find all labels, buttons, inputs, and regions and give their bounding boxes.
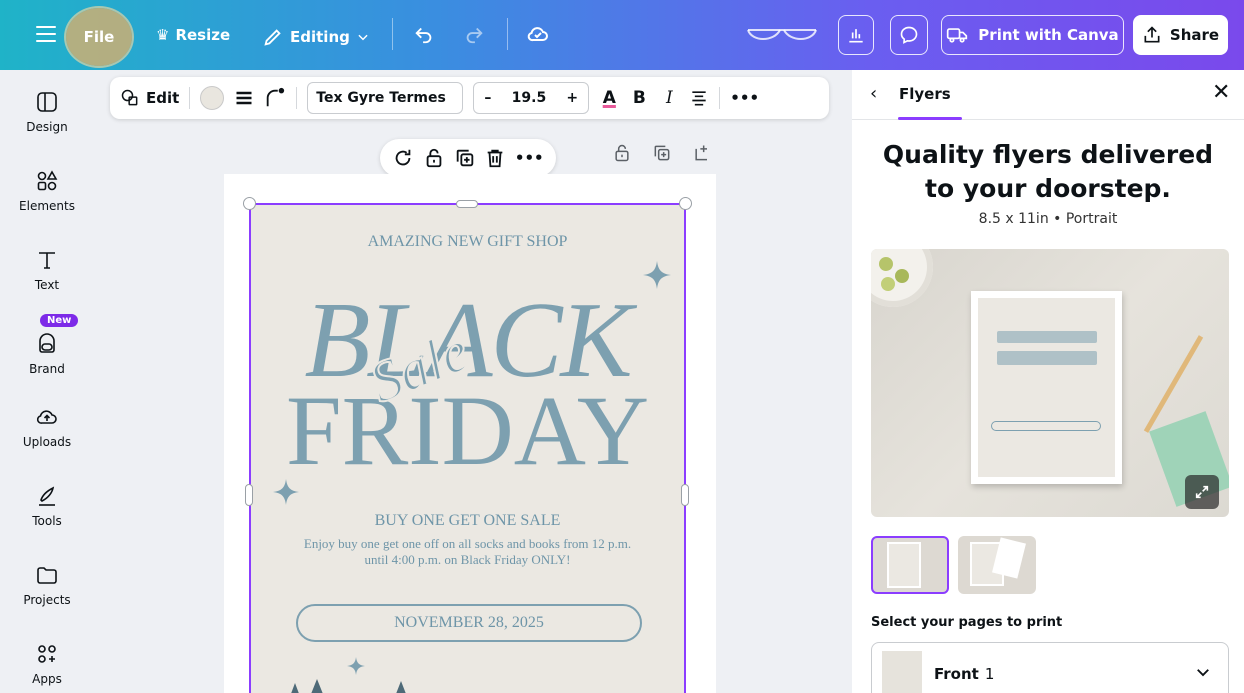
print-panel: ‹ Flyers ✕ Quality flyers delivered to y…	[852, 70, 1244, 693]
resize-button[interactable]: ♛ Resize	[156, 26, 230, 44]
redo-icon[interactable]	[462, 22, 486, 46]
italic-button[interactable]: I	[659, 88, 679, 108]
cloud-sync-icon[interactable]	[526, 22, 550, 46]
design-icon	[37, 92, 57, 112]
comment-icon	[900, 26, 918, 44]
select-pages-label: Select your pages to print	[871, 615, 1063, 630]
sidebar-item-uploads[interactable]: Uploads	[0, 405, 94, 449]
insights-button[interactable]	[838, 15, 874, 55]
panel-tab-flyers[interactable]: Flyers	[899, 85, 951, 103]
chevron-down-icon	[358, 34, 368, 41]
expand-preview-button[interactable]	[1185, 475, 1219, 509]
preview-thumbnail[interactable]	[958, 536, 1036, 594]
uploads-icon	[36, 410, 57, 424]
divider	[189, 87, 191, 109]
panel-headline: Quality flyers delivered to your doorste…	[882, 140, 1214, 203]
preview-thumbnail[interactable]	[871, 536, 949, 594]
bar-chart-icon	[849, 29, 863, 43]
border-style-icon[interactable]	[234, 88, 254, 108]
align-center-icon[interactable]	[689, 88, 709, 108]
duplicate-icon[interactable]	[454, 147, 476, 169]
corner-rounding-icon[interactable]	[264, 87, 286, 109]
menu-icon[interactable]	[36, 26, 56, 42]
file-menu-button[interactable]: File	[66, 8, 132, 66]
divider	[392, 18, 393, 50]
text-icon	[39, 252, 55, 269]
apps-icon	[38, 645, 56, 663]
decrease-size-button[interactable]: –	[484, 90, 491, 106]
brand-icon	[39, 333, 55, 353]
font-size-stepper[interactable]: – 19.5 +	[473, 82, 590, 114]
share-icon	[1144, 26, 1160, 43]
sidebar-item-brand[interactable]: Brand	[0, 332, 94, 376]
panel-header: ‹ Flyers ✕	[852, 70, 1244, 120]
bold-button[interactable]: B	[629, 88, 649, 108]
edit-shapes-icon	[121, 89, 138, 106]
edit-button[interactable]: Edit	[120, 88, 179, 108]
more-options-button[interactable]: •••	[515, 149, 544, 167]
add-page-icon[interactable]	[692, 143, 712, 163]
top-bar: File ♛ Resize Editing Print with Canva S…	[0, 0, 1244, 70]
product-preview-image	[871, 249, 1229, 517]
resize-handle-left[interactable]	[245, 484, 253, 506]
page-tools	[612, 143, 712, 163]
resize-handle-top-right[interactable]	[679, 197, 692, 210]
more-options-button[interactable]: •••	[730, 89, 759, 107]
active-tab-indicator	[898, 117, 962, 120]
comments-button[interactable]	[890, 15, 928, 55]
print-with-canva-button[interactable]: Print with Canva	[941, 15, 1124, 55]
resize-handle-top[interactable]	[456, 200, 478, 208]
share-button[interactable]: Share	[1133, 15, 1228, 55]
duplicate-page-icon[interactable]	[652, 143, 672, 163]
glasses-icon	[747, 29, 817, 40]
expand-icon	[1195, 485, 1209, 499]
folder-icon	[37, 567, 57, 584]
lock-page-icon[interactable]	[612, 143, 632, 163]
close-button[interactable]: ✕	[1212, 80, 1230, 105]
selection-frame	[249, 203, 686, 693]
divider	[719, 87, 721, 109]
element-toolbar: •••	[380, 139, 556, 177]
page-select-dropdown[interactable]: Front 1	[871, 642, 1229, 693]
crown-icon: ♛	[156, 26, 170, 44]
sidebar-item-elements[interactable]: Elements	[0, 169, 94, 213]
resize-handle-top-left[interactable]	[243, 197, 256, 210]
chevron-down-icon	[1197, 669, 1209, 677]
panel-subtitle: 8.5 x 11in • Portrait	[978, 211, 1118, 227]
sidebar-item-projects[interactable]: Projects	[0, 563, 94, 607]
sidebar-item-apps[interactable]: Apps	[0, 642, 94, 686]
font-family-select[interactable]: Tex Gyre Termes	[307, 82, 464, 114]
magic-refresh-icon[interactable]	[392, 147, 414, 169]
page-thumbnail	[882, 651, 922, 693]
sidebar-item-tools[interactable]: Tools	[0, 484, 94, 528]
truck-icon	[947, 28, 968, 43]
elements-icon	[37, 170, 58, 191]
pencil-icon	[264, 29, 281, 46]
trash-icon[interactable]	[484, 147, 506, 169]
sidebar-item-design[interactable]: Design	[0, 90, 94, 134]
page-select-label: Front 1	[934, 665, 995, 683]
text-color-button[interactable]: A	[599, 88, 619, 108]
new-badge: New	[40, 314, 79, 327]
divider	[507, 18, 508, 50]
increase-size-button[interactable]: +	[566, 90, 578, 106]
lock-icon[interactable]	[423, 147, 445, 169]
editing-mode-button[interactable]: Editing	[262, 26, 370, 48]
resize-handle-right[interactable]	[681, 484, 689, 506]
divider	[296, 87, 298, 109]
tools-icon	[39, 486, 55, 506]
font-size-value[interactable]: 19.5	[512, 90, 547, 106]
left-sidebar: Design Elements Text New Brand Uploads T…	[0, 70, 94, 693]
undo-icon[interactable]	[412, 22, 436, 46]
fill-color-swatch[interactable]	[200, 86, 225, 110]
sidebar-item-text[interactable]: Text	[0, 248, 94, 292]
back-button[interactable]: ‹	[870, 83, 877, 104]
text-toolbar: Edit Tex Gyre Termes – 19.5 + A B I •••	[110, 77, 829, 119]
